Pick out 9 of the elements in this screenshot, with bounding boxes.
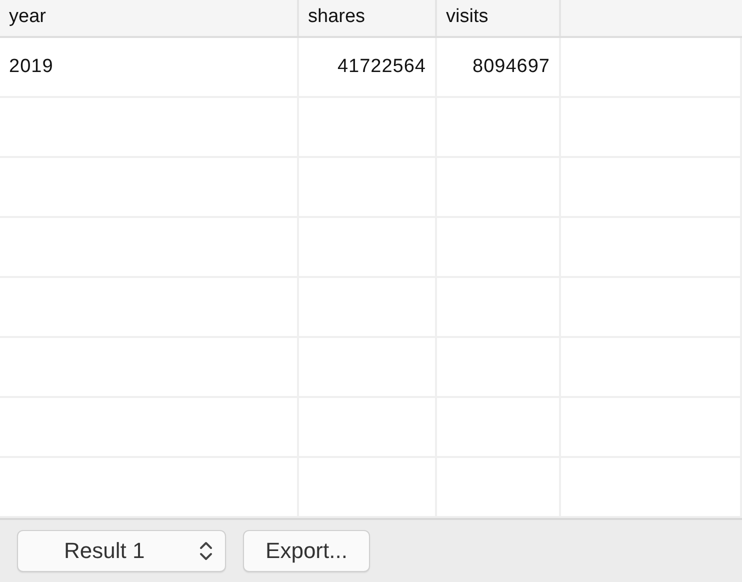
column-header[interactable]: visits	[437, 0, 561, 36]
table-cell: 41722564	[299, 38, 437, 96]
table-cell: 8094697	[437, 38, 561, 96]
export-button[interactable]: Export...	[243, 530, 370, 572]
result-select[interactable]: Result 1	[17, 530, 226, 572]
column-header[interactable]: shares	[299, 0, 437, 36]
chevron-up-down-icon	[199, 540, 213, 562]
table-cell: 2019	[0, 38, 299, 96]
column-header[interactable]: year	[0, 0, 299, 36]
